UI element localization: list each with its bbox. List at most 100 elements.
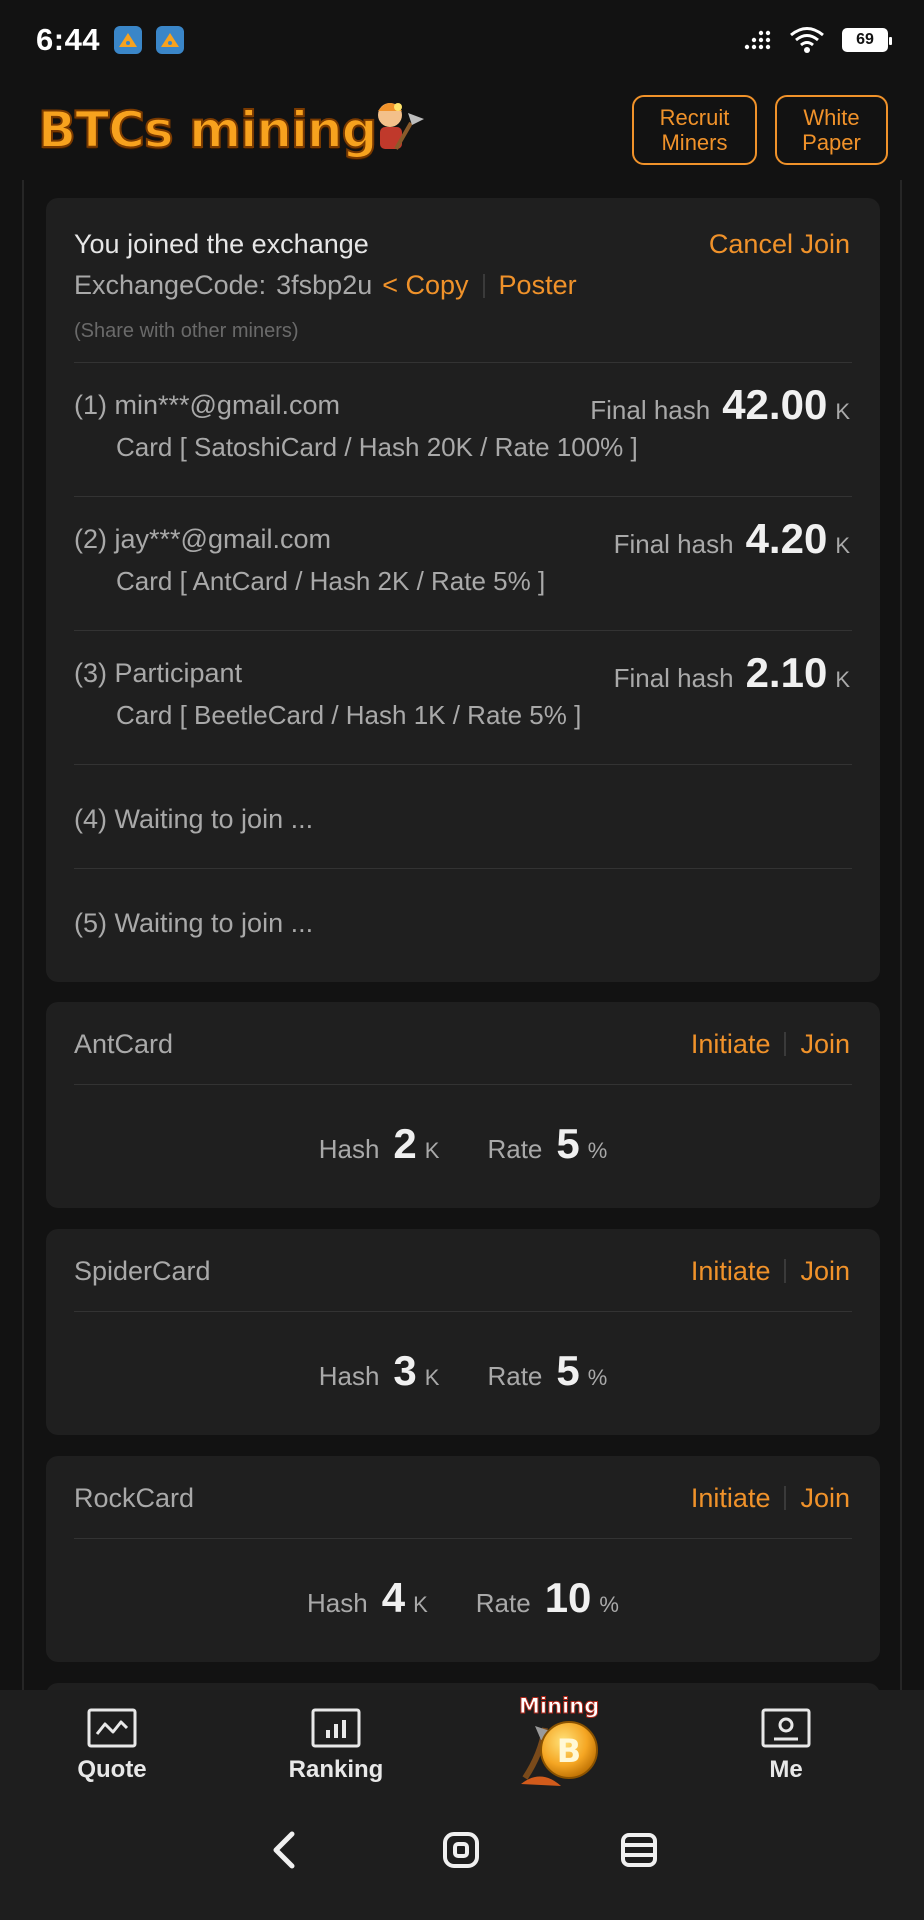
battery-icon: 69 xyxy=(842,28,892,52)
card-name: RockCard xyxy=(74,1482,195,1513)
poster-button[interactable]: Poster xyxy=(499,270,577,301)
nav-me-label: Me xyxy=(769,1756,803,1783)
bottom-nav: Quote Ranking B Mining Me xyxy=(0,1690,924,1800)
clock: 6:44 xyxy=(36,22,101,57)
nav-quote[interactable]: Quote xyxy=(0,1690,224,1800)
final-hash-value: 2.10 xyxy=(745,649,828,696)
join-button[interactable]: Join xyxy=(800,1483,850,1514)
exchange-code-value: 3fsbp2u xyxy=(276,270,373,300)
rate-value: 10 xyxy=(544,1574,592,1621)
participant-card: Card [ SatoshiCard / Hash 20K / Rate 100… xyxy=(116,432,638,462)
nav-quote-label: Quote xyxy=(77,1756,147,1783)
miner-mascot-icon xyxy=(378,103,425,150)
rate-unit: % xyxy=(599,1592,619,1617)
card-actions: Initiate Join xyxy=(691,1483,850,1514)
hash-value: 4 xyxy=(381,1574,406,1621)
participant-name: (3) Participant xyxy=(74,657,243,688)
hash-value: 2 xyxy=(393,1120,417,1167)
rate-unit: % xyxy=(587,1138,608,1163)
divider xyxy=(74,496,852,497)
rate-value: 5 xyxy=(556,1120,580,1167)
rate-stat: Rate 10 % xyxy=(476,1574,619,1622)
hash-label: Hash xyxy=(307,1588,368,1618)
initiate-button[interactable]: Initiate xyxy=(691,1483,771,1514)
content-scroll[interactable]: You joined the exchange Cancel Join Exch… xyxy=(22,180,902,1690)
white-paper-button[interactable]: White Paper xyxy=(775,95,888,165)
recents-icon[interactable] xyxy=(620,1832,658,1868)
recruit-miners-button[interactable]: Recruit Miners xyxy=(632,95,757,165)
card-name: AntCard xyxy=(74,1028,174,1059)
divider xyxy=(74,1311,852,1312)
nav-me[interactable]: Me xyxy=(674,1690,898,1800)
final-hash-label: Final hash xyxy=(590,395,711,425)
initiate-button[interactable]: Initiate xyxy=(691,1029,771,1060)
home-icon[interactable] xyxy=(442,1831,480,1869)
logo: BTCs mining xyxy=(37,100,428,160)
card-panel-antcard: AntCard Initiate Join Hash 2 K Rate 5 % xyxy=(46,1002,880,1208)
hash-value: 3 xyxy=(393,1347,417,1394)
hash-stat: Hash 4 K xyxy=(307,1574,428,1622)
rate-label: Rate xyxy=(487,1134,543,1164)
card-panel-header: AntCard Initiate Join xyxy=(74,1022,850,1066)
participant-row: (2) jay***@gmail.com Final hash 4.20 K C… xyxy=(74,515,850,597)
participant-name: (2) jay***@gmail.com xyxy=(74,523,331,554)
nav-mining[interactable]: B Mining xyxy=(448,1690,674,1800)
card-stats: Hash 2 K Rate 5 % xyxy=(46,1120,880,1180)
initiate-button[interactable]: Initiate xyxy=(691,1256,771,1287)
card-stats: Hash 3 K Rate 5 % xyxy=(46,1347,880,1407)
participant-card: Card [ AntCard / Hash 2K / Rate 5% ] xyxy=(116,566,546,596)
card-actions: Initiate Join xyxy=(691,1029,850,1060)
waiting-slot: (5) Waiting to join ... xyxy=(74,908,314,938)
join-button[interactable]: Join xyxy=(800,1029,850,1060)
rate-label: Rate xyxy=(487,1361,543,1391)
exchange-code-label: ExchangeCode: xyxy=(74,270,267,300)
exchange-title: You joined the exchange xyxy=(74,228,369,259)
rate-unit: % xyxy=(587,1365,608,1390)
profile-icon xyxy=(761,1708,811,1748)
divider xyxy=(74,868,852,869)
participant-hash: Final hash 42.00 K xyxy=(590,381,850,429)
final-hash-unit: K xyxy=(835,533,850,558)
exchange-code-line: ExchangeCode: 3fsbp2u < Copy Poster xyxy=(74,270,577,301)
rate-stat: Rate 5 % xyxy=(487,1347,607,1395)
signal-icon xyxy=(744,30,771,50)
app-notification-icon xyxy=(114,26,143,54)
separator xyxy=(784,1032,787,1056)
wifi-icon xyxy=(790,27,824,53)
app-notification-icon xyxy=(156,26,185,54)
rate-label: Rate xyxy=(475,1588,531,1618)
hash-unit: K xyxy=(413,1592,428,1617)
share-hint: (Share with other miners) xyxy=(74,320,299,342)
final-hash-unit: K xyxy=(835,667,850,692)
svg-text:B: B xyxy=(557,1732,581,1770)
divider xyxy=(74,630,852,631)
exchange-header: You joined the exchange Cancel Join xyxy=(74,222,850,266)
participant-hash: Final hash 4.20 K xyxy=(614,515,850,563)
participant-card: Card [ BeetleCard / Hash 1K / Rate 5% ] xyxy=(116,700,582,730)
divider xyxy=(74,1538,852,1539)
app-header: BTCs mining Recruit Miners White Paper xyxy=(0,80,924,180)
final-hash-value: 42.00 xyxy=(722,381,828,428)
divider xyxy=(74,1084,852,1085)
final-hash-label: Final hash xyxy=(613,663,734,693)
back-icon[interactable] xyxy=(266,1830,302,1870)
nav-ranking-label: Ranking xyxy=(288,1756,384,1783)
header-buttons: Recruit Miners White Paper xyxy=(632,95,888,165)
separator xyxy=(482,273,485,298)
hash-stat: Hash 3 K xyxy=(319,1347,440,1395)
join-button[interactable]: Join xyxy=(800,1256,850,1287)
card-panel-header: RockCard Initiate Join xyxy=(74,1476,850,1520)
participant-row: (3) Participant Final hash 2.10 K Card [… xyxy=(74,649,850,731)
copy-button[interactable]: < Copy xyxy=(382,270,468,301)
card-panel-partial xyxy=(46,1683,880,1690)
rate-stat: Rate 5 % xyxy=(487,1120,607,1168)
participant-name: (1) min***@gmail.com xyxy=(74,389,340,420)
hash-label: Hash xyxy=(318,1134,380,1164)
final-hash-value: 4.20 xyxy=(745,515,828,562)
cancel-join-button[interactable]: Cancel Join xyxy=(709,229,850,260)
waiting-slot: (4) Waiting to join ... xyxy=(74,804,314,834)
rate-value: 5 xyxy=(556,1347,580,1394)
final-hash-unit: K xyxy=(835,399,850,424)
nav-ranking[interactable]: Ranking xyxy=(224,1690,448,1800)
hash-unit: K xyxy=(424,1138,440,1163)
